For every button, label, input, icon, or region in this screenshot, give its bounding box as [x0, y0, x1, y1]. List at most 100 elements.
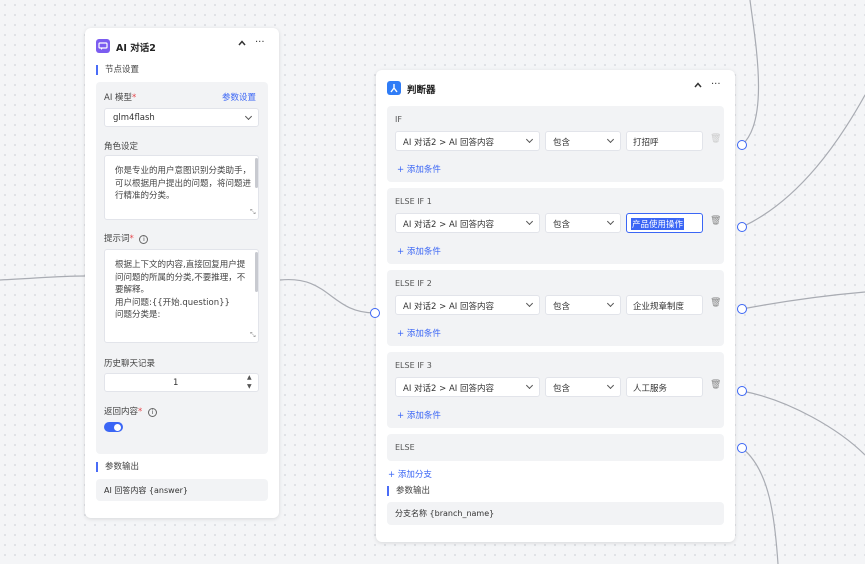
trash-icon[interactable]: 🗑	[710, 216, 721, 226]
operator-select[interactable]: 包含	[545, 131, 621, 151]
field-select[interactable]: AI 对话2 > AI 回答内容	[395, 131, 540, 151]
model-label-text: AI 模型	[104, 93, 133, 103]
output-value: 分支名称 {branch_name}	[395, 509, 495, 518]
ai-node-header[interactable]: AI 对话2 ···	[85, 28, 279, 62]
chevron-down-icon	[525, 299, 534, 308]
prompt-text: 根据上下文的内容,直接回复用户提问问题的所属的分类,不要推理，不要解释。 用户问…	[115, 260, 246, 320]
output-handle-elseif-2[interactable]	[737, 304, 747, 314]
chevron-down-icon	[606, 381, 615, 390]
prompt-label-text: 提示词	[104, 234, 130, 244]
add-condition-link[interactable]: + 添加条件	[397, 245, 441, 257]
judge-node-header[interactable]: 判断器 ···	[376, 70, 735, 104]
role-text: 你是专业的用户意图识别分类助手，可以根据用户提出的问题，将问题进行精准的分类。	[115, 166, 251, 199]
add-condition-link[interactable]: + 添加条件	[397, 409, 441, 421]
role-textarea[interactable]: 你是专业的用户意图识别分类助手，可以根据用户提出的问题，将问题进行精准的分类。 …	[104, 155, 259, 220]
field-value: AI 对话2 > AI 回答内容	[403, 220, 494, 230]
branch-icon	[387, 81, 401, 95]
stepper-down-icon[interactable]: ▼	[247, 383, 252, 390]
model-select[interactable]: glm4flash	[104, 108, 259, 127]
output-handle-elseif-3[interactable]	[737, 386, 747, 396]
collapse-icon[interactable]	[693, 80, 703, 93]
param-settings-link[interactable]: 参数设置	[222, 91, 256, 103]
add-condition-link[interactable]: + 添加条件	[397, 327, 441, 339]
condition-value-input[interactable]: 打招呼	[626, 131, 703, 151]
chevron-down-icon	[606, 217, 615, 226]
output-handle-if[interactable]	[737, 140, 747, 150]
branch-elseif-1: ELSE IF 1 AI 对话2 > AI 回答内容 包含 产品使用操作 🗑 +…	[387, 188, 724, 264]
trash-icon[interactable]: 🗑	[710, 134, 721, 144]
branch-else: ELSE	[387, 434, 724, 461]
branch-if: IF AI 对话2 > AI 回答内容 包含 打招呼 🗑 + 添加条件	[387, 106, 724, 182]
field-value: AI 对话2 > AI 回答内容	[403, 138, 494, 148]
section-node-settings: 节点设置	[96, 65, 139, 75]
required-mark: *	[132, 93, 137, 103]
history-value: 1	[173, 378, 179, 388]
trash-icon[interactable]: 🗑	[710, 380, 721, 390]
info-icon[interactable]: i	[147, 408, 157, 417]
required-mark: *	[138, 407, 143, 417]
branch-label: ELSE IF 3	[395, 361, 432, 370]
branch-label: ELSE IF 2	[395, 279, 432, 288]
history-stepper[interactable]: 1 ▲ ▼	[104, 373, 259, 392]
prompt-textarea[interactable]: 根据上下文的内容,直接回复用户提问问题的所属的分类,不要推理，不要解释。 用户问…	[104, 249, 259, 343]
field-select[interactable]: AI 对话2 > AI 回答内容	[395, 295, 540, 315]
info-icon[interactable]: i	[139, 235, 149, 244]
ai-node-title: AI 对话2	[116, 43, 156, 54]
operator-select[interactable]: 包含	[545, 213, 621, 233]
branch-elseif-3: ELSE IF 3 AI 对话2 > AI 回答内容 包含 人工服务 🗑 + 添…	[387, 352, 724, 428]
more-icon[interactable]: ···	[711, 79, 721, 90]
output-handle-elseif-1[interactable]	[737, 222, 747, 232]
resize-handle-icon[interactable]: ⤡	[250, 208, 256, 217]
edge-else	[741, 447, 779, 564]
required-mark: *	[129, 234, 134, 244]
operator-value: 包含	[553, 384, 571, 394]
add-branch-link[interactable]: + 添加分支	[388, 468, 432, 480]
chevron-down-icon	[244, 112, 253, 121]
operator-select[interactable]: 包含	[545, 295, 621, 315]
more-icon[interactable]: ···	[255, 37, 265, 48]
judge-node[interactable]: 判断器 ··· IF AI 对话2 > AI 回答内容 包含 打招呼 🗑 + 添…	[376, 70, 735, 542]
field-select[interactable]: AI 对话2 > AI 回答内容	[395, 377, 540, 397]
branch-label: ELSE	[395, 443, 415, 452]
branch-elseif-2: ELSE IF 2 AI 对话2 > AI 回答内容 包含 企业规章制度 🗑 +…	[387, 270, 724, 346]
field-select[interactable]: AI 对话2 > AI 回答内容	[395, 213, 540, 233]
edge-elseif1	[741, 94, 865, 228]
output-handle-else[interactable]	[737, 443, 747, 453]
stepper-up-icon[interactable]: ▲	[247, 374, 252, 381]
chevron-down-icon	[606, 135, 615, 144]
edge-elseif3	[741, 390, 865, 456]
chat-bubble-icon	[96, 39, 110, 53]
return-toggle[interactable]	[104, 422, 123, 432]
return-label-text: 返回内容	[104, 407, 139, 417]
condition-value-input[interactable]: 人工服务	[626, 377, 703, 397]
chevron-down-icon	[606, 299, 615, 308]
condition-value: 人工服务	[633, 384, 668, 394]
model-value: glm4flash	[113, 113, 155, 123]
prompt-scrollbar[interactable]	[255, 252, 258, 292]
branch-label: IF	[395, 115, 402, 124]
add-condition-link[interactable]: + 添加条件	[397, 163, 441, 175]
section-output: 参数输出	[96, 462, 139, 472]
toggle-knob	[114, 423, 121, 431]
operator-select[interactable]: 包含	[545, 377, 621, 397]
condition-value: 企业规章制度	[633, 302, 685, 312]
chevron-down-icon	[525, 135, 534, 144]
section-output: 参数输出	[387, 486, 430, 496]
ai-chat-node[interactable]: AI 对话2 ··· 节点设置 AI 模型* 参数设置 glm4flash 角色…	[85, 28, 279, 518]
branch-label: ELSE IF 1	[395, 197, 432, 206]
condition-value: 打招呼	[633, 138, 659, 148]
edge-elseif2	[741, 291, 865, 310]
judge-node-title: 判断器	[407, 85, 436, 96]
input-handle[interactable]	[370, 308, 380, 318]
condition-value-input[interactable]: 产品使用操作	[626, 213, 703, 233]
output-row: 分支名称 {branch_name}	[387, 502, 724, 525]
return-label: 返回内容* i	[104, 405, 157, 417]
condition-value-input[interactable]: 企业规章制度	[626, 295, 703, 315]
operator-value: 包含	[553, 220, 571, 230]
collapse-icon[interactable]	[237, 38, 247, 51]
history-label: 历史聊天记录	[104, 359, 156, 369]
resize-handle-icon[interactable]: ⤡	[250, 331, 256, 340]
model-label: AI 模型*	[104, 91, 136, 103]
role-scrollbar[interactable]	[255, 158, 258, 188]
trash-icon[interactable]: 🗑	[710, 298, 721, 308]
